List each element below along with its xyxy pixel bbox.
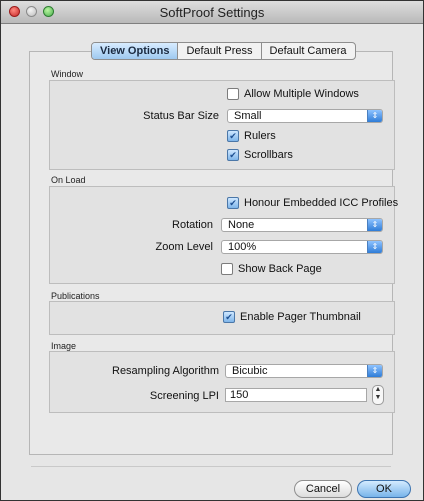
tab-default-camera[interactable]: Default Camera (262, 43, 355, 59)
section-label-publications: Publications (51, 291, 100, 301)
stepper-up-icon[interactable]: ▲ (373, 386, 383, 394)
checkbox-icon (221, 263, 233, 275)
allow-multiple-windows-label: Allow Multiple Windows (244, 88, 359, 100)
cancel-button[interactable]: Cancel (294, 480, 352, 498)
tab-default-press[interactable]: Default Press (178, 43, 262, 59)
checkmark-icon: ✔ (227, 197, 239, 209)
section-label-on-load: On Load (51, 175, 86, 185)
screening-lpi-label: Screening LPI (149, 390, 219, 402)
popup-arrow-icon: ⇕ (367, 110, 382, 122)
resampling-algorithm-value: Bicubic (232, 365, 268, 377)
tab-bar: View Options Default Press Default Camer… (91, 42, 356, 60)
popup-arrow-icon: ⇕ (367, 219, 382, 231)
footer-separator (31, 466, 391, 467)
rulers-label: Rulers (244, 130, 276, 142)
rotation-select[interactable]: None ⇕ (221, 218, 383, 232)
status-bar-size-select[interactable]: Small ⇕ (227, 109, 383, 123)
title-bar: SoftProof Settings (1, 1, 423, 24)
resampling-algorithm-select[interactable]: Bicubic ⇕ (225, 364, 383, 378)
checkmark-icon: ✔ (223, 311, 235, 323)
show-back-page-checkbox[interactable]: Show Back Page (221, 263, 322, 275)
section-label-window: Window (51, 69, 84, 79)
scrollbars-label: Scrollbars (244, 149, 293, 161)
enable-pager-thumbnail-label: Enable Pager Thumbnail (240, 311, 361, 323)
window-title: SoftProof Settings (159, 5, 265, 20)
rotation-value: None (228, 219, 255, 231)
honour-icc-checkbox[interactable]: ✔ Honour Embedded ICC Profiles (227, 197, 398, 209)
status-bar-size-value: Small (234, 110, 262, 122)
allow-multiple-windows-checkbox[interactable]: Allow Multiple Windows (227, 88, 359, 100)
scrollbars-checkbox[interactable]: ✔ Scrollbars (227, 149, 293, 161)
checkbox-icon (227, 88, 239, 100)
popup-arrow-icon: ⇕ (367, 241, 382, 253)
section-label-image: Image (51, 341, 77, 351)
screening-lpi-field[interactable]: 150 (225, 388, 367, 402)
ok-button[interactable]: OK (357, 480, 411, 498)
group-image (49, 351, 395, 413)
zoom-level-value: 100% (228, 241, 257, 253)
tab-view-options[interactable]: View Options (92, 43, 179, 59)
status-bar-size-label: Status Bar Size (143, 110, 219, 122)
rulers-checkbox[interactable]: ✔ Rulers (227, 130, 276, 142)
checkmark-icon: ✔ (227, 130, 239, 142)
resampling-algorithm-label: Resampling Algorithm (112, 365, 219, 377)
show-back-page-label: Show Back Page (238, 263, 322, 275)
checkmark-icon: ✔ (227, 149, 239, 161)
popup-arrow-icon: ⇕ (367, 365, 382, 377)
zoom-level-select[interactable]: 100% ⇕ (221, 240, 383, 254)
honour-icc-label: Honour Embedded ICC Profiles (244, 197, 399, 209)
enable-pager-thumbnail-checkbox[interactable]: ✔ Enable Pager Thumbnail (223, 311, 361, 323)
stepper-down-icon[interactable]: ▼ (373, 394, 383, 402)
screening-lpi-stepper[interactable]: ▲ ▼ (372, 385, 384, 405)
zoom-level-label: Zoom Level (155, 241, 213, 253)
settings-window: SoftProof Settings View Options Default … (0, 0, 424, 501)
rotation-label: Rotation (172, 219, 213, 231)
